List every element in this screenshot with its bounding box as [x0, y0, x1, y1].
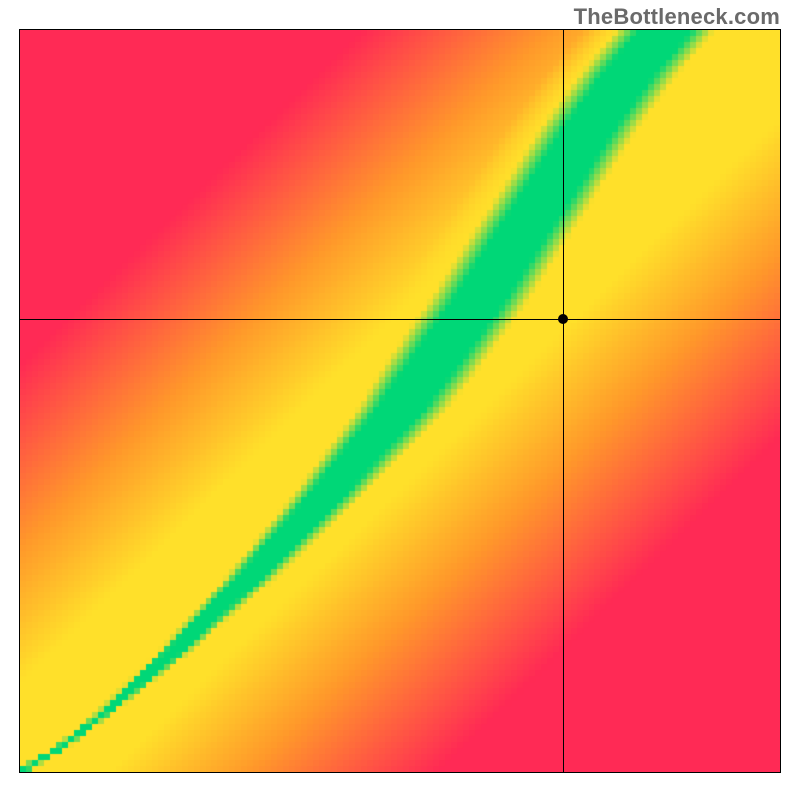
crosshair-vertical — [563, 30, 564, 772]
heatmap-canvas — [20, 30, 780, 772]
watermark-text: TheBottleneck.com — [574, 4, 780, 30]
chart-container: TheBottleneck.com — [0, 0, 800, 800]
plot-area — [20, 30, 780, 772]
crosshair-horizontal — [20, 319, 780, 320]
